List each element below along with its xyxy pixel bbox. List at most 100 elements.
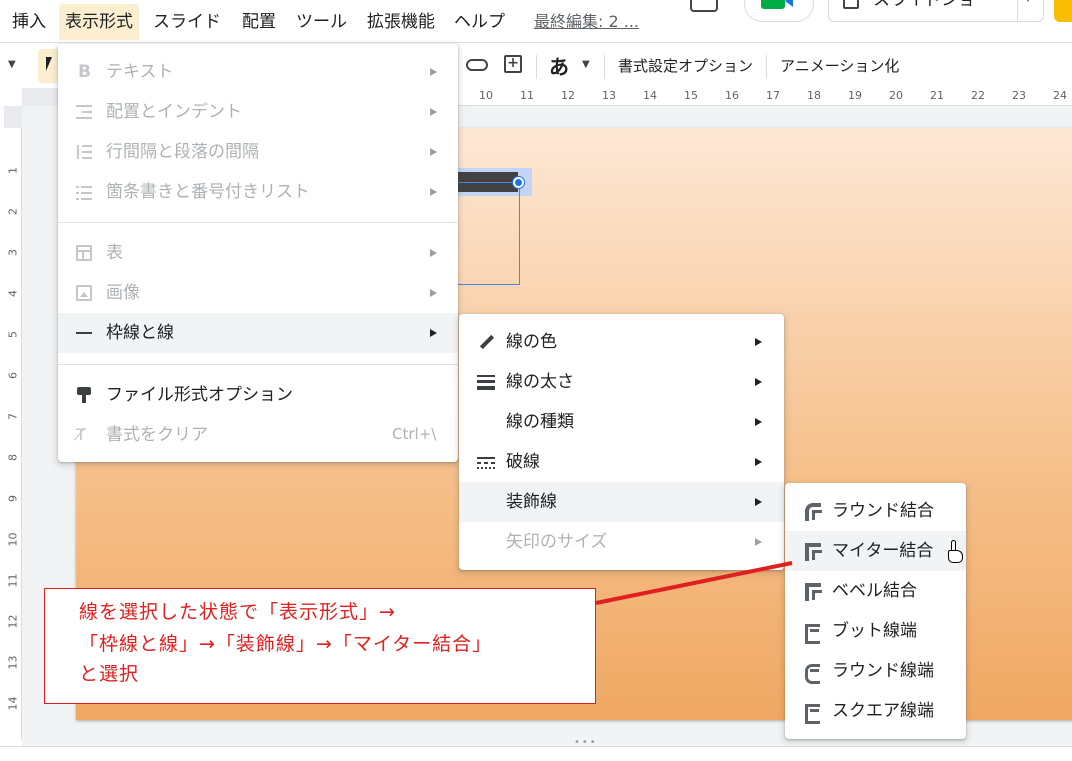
menu-item-text[interactable]: B テキスト [58, 52, 458, 92]
ruler-label: 5 [6, 331, 20, 338]
submenu-arrow-icon [430, 188, 437, 196]
meet-icon-accent [785, 0, 793, 7]
ruler-label: 17 [766, 89, 780, 102]
ruler-label: 20 [889, 89, 903, 102]
selection-frame [456, 182, 520, 285]
ruler-margin [4, 106, 22, 128]
menu-item-line-type[interactable]: 線の種類 [459, 402, 784, 442]
ruler-label: 7 [6, 413, 20, 420]
animate-button[interactable]: アニメーション化 [780, 55, 899, 76]
link-icon[interactable] [466, 59, 488, 71]
menu-extensions[interactable]: 拡張機能 [361, 4, 441, 40]
ruler-label: 13 [6, 655, 20, 670]
ruler-label: 2 [6, 208, 20, 215]
resize-handle[interactable]: ••• [574, 737, 598, 748]
round-join-icon [805, 503, 822, 521]
submenu-arrow-icon [755, 418, 762, 426]
square-cap-icon [805, 703, 821, 724]
menu-insert[interactable]: 挿入 [6, 4, 52, 40]
ruler-label: 10 [6, 532, 20, 547]
submenu-arrow-icon [755, 498, 762, 506]
menu-item-line-decoration[interactable]: 装飾線 [459, 482, 784, 522]
zoom-chevron-icon[interactable]: ▼ [8, 59, 16, 70]
menu-item-label: 線の種類 [506, 412, 574, 432]
slideshow-icon [843, 0, 859, 9]
menu-item-image[interactable]: 画像 [58, 273, 458, 313]
menu-arrange[interactable]: 配置 [236, 4, 282, 40]
menu-item-bevel-join[interactable]: ベベル結合 [785, 571, 966, 611]
menu-item-borders-lines[interactable]: 枠線と線 [58, 313, 458, 353]
chevron-down-icon[interactable]: ▾ [1025, 0, 1031, 5]
ruler-label: 4 [6, 290, 20, 297]
ruler-label: 16 [725, 89, 739, 102]
borders-lines-submenu: 線の色 線の太さ 線の種類 破線 装飾線 矢印のサイズ [459, 314, 784, 570]
ruler-label: 11 [6, 573, 20, 588]
ruler-label: 13 [602, 89, 616, 102]
add-comment-icon[interactable]: + [504, 55, 522, 73]
input-tools-icon[interactable]: あ [549, 51, 569, 80]
menu-item-label: テキスト [106, 62, 174, 82]
slideshow-button[interactable]: スライドショー ▾ [828, 0, 1044, 22]
input-tools-chevron-icon[interactable]: ▼ [582, 59, 590, 70]
menu-item-label: ベベル結合 [832, 581, 917, 601]
dash-icon [477, 454, 495, 470]
pencil-icon [479, 334, 495, 350]
share-button[interactable] [1054, 0, 1072, 22]
ruler-label: 18 [807, 89, 821, 102]
annotation-line: と選択 [79, 663, 140, 685]
image-icon [76, 285, 92, 301]
submenu-arrow-icon [430, 108, 437, 116]
ruler-label: 14 [643, 89, 657, 102]
vertical-ruler[interactable]: 1 2 3 4 5 6 7 8 9 10 11 12 13 14 [4, 106, 22, 740]
menu-item-line-spacing[interactable]: 行間隔と段落の間隔 [58, 132, 458, 172]
menu-item-round-join[interactable]: ラウンド結合 [785, 491, 966, 531]
bevel-join-icon [805, 583, 822, 601]
line-endpoint-handle[interactable] [513, 177, 524, 188]
toolbar-divider [604, 55, 605, 79]
menu-item-miter-join[interactable]: マイター結合 [785, 531, 966, 571]
menu-item-round-cap[interactable]: ラウンド線端 [785, 651, 966, 691]
list-icon [76, 184, 92, 200]
border-icon [76, 332, 92, 334]
submenu-arrow-icon [755, 338, 762, 346]
ruler-label: 24 [1053, 89, 1067, 102]
menu-item-butt-cap[interactable]: ブット線端 [785, 611, 966, 651]
menu-item-lists[interactable]: 箇条書きと番号付きリスト [58, 172, 458, 212]
paint-format-icon [76, 387, 92, 403]
comment-history-icon[interactable] [690, 0, 718, 12]
menu-item-line-weight[interactable]: 線の太さ [459, 362, 784, 402]
round-cap-icon [805, 663, 821, 684]
format-options-button[interactable]: 書式設定オプション [618, 55, 753, 76]
menu-item-label: 枠線と線 [106, 323, 174, 343]
meet-button[interactable] [744, 0, 814, 22]
menu-format[interactable]: 表示形式 [59, 4, 139, 40]
miter-join-icon [805, 543, 822, 561]
menu-item-dash[interactable]: 破線 [459, 442, 784, 482]
menu-item-label: 箇条書きと番号付きリスト [106, 182, 310, 202]
butt-cap-icon [805, 623, 821, 644]
ruler-label: 10 [479, 89, 493, 102]
menu-tools[interactable]: ツール [290, 4, 353, 40]
menu-help[interactable]: ヘルプ [448, 4, 511, 40]
ruler-label: 6 [6, 372, 20, 379]
annotation-line: 「枠線と線」→「装飾線」→「マイター結合」 [79, 633, 493, 655]
ruler-label: 22 [971, 89, 985, 102]
submenu-arrow-icon [430, 249, 437, 257]
menu-item-clear-format[interactable]: T̸ 書式をクリア Ctrl+\ [58, 415, 458, 455]
menu-slide[interactable]: スライド [147, 4, 227, 40]
menu-item-align-indent[interactable]: 配置とインデント [58, 92, 458, 132]
menu-item-label: ラウンド結合 [832, 501, 934, 521]
submenu-arrow-icon [430, 68, 437, 76]
slideshow-label: スライドショー [873, 0, 992, 10]
last-edit-link[interactable]: 最終編集: 2 ... [528, 4, 645, 40]
submenu-arrow-icon [755, 538, 762, 546]
menu-item-format-options[interactable]: ファイル形式オプション [58, 375, 458, 415]
menu-item-square-cap[interactable]: スクエア線端 [785, 691, 966, 731]
annotation-callout: 線を選択した状態で「表示形式」→ 「枠線と線」→「装飾線」→「マイター結合」 と… [44, 588, 596, 704]
ruler-label: 21 [930, 89, 944, 102]
menu-item-table[interactable]: 表 [58, 233, 458, 273]
toolbar-divider [536, 55, 537, 79]
ruler-label: 9 [6, 495, 20, 502]
menu-item-label: マイター結合 [832, 541, 934, 561]
menu-item-line-color[interactable]: 線の色 [459, 322, 784, 362]
